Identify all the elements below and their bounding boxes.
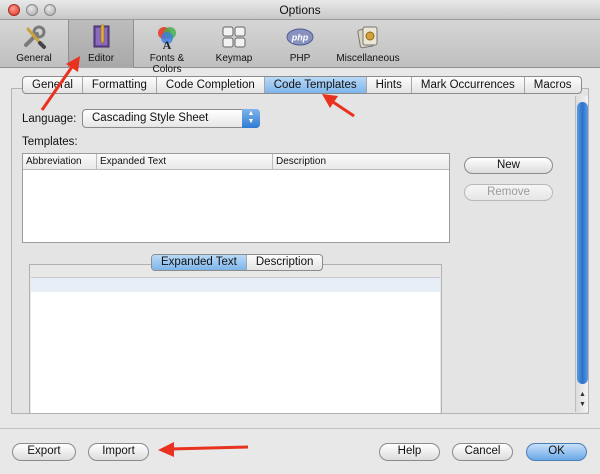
scroll-up-arrow-icon[interactable]: ▲ (576, 390, 589, 400)
help-button[interactable]: Help (379, 443, 440, 461)
tab-expanded-text[interactable]: Expanded Text (152, 255, 247, 270)
column-header-expanded-text[interactable]: Expanded Text (97, 154, 273, 169)
tab-macros[interactable]: Macros (525, 77, 581, 93)
svg-text:php: php (291, 33, 309, 43)
toolbar-label-fonts-colors: Fonts & Colors (149, 53, 185, 75)
keyboard-icon (222, 26, 246, 48)
tab-hints[interactable]: Hints (367, 77, 412, 93)
toolbar-label-editor: Editor (87, 53, 115, 64)
templates-label: Templates: (22, 136, 78, 148)
language-label: Language: (22, 113, 77, 125)
ok-button[interactable]: OK (526, 443, 587, 461)
bottom-divider (0, 428, 600, 429)
scroll-down-arrow-icon[interactable]: ▼ (576, 400, 589, 410)
toolbar-label-miscellaneous: Miscellaneous (336, 53, 400, 64)
remove-template-button[interactable]: Remove (464, 184, 553, 201)
category-toolbar: General Editor A Fonts & Colors Keymap p… (0, 20, 600, 75)
tab-formatting[interactable]: Formatting (83, 77, 157, 93)
toolbar-item-php[interactable]: php PHP (276, 20, 324, 68)
wrench-screwdriver-icon (24, 25, 46, 49)
column-header-abbreviation[interactable]: Abbreviation (23, 154, 97, 169)
toolbar-item-general[interactable]: General (6, 20, 62, 68)
column-header-description[interactable]: Description (273, 154, 449, 169)
scrollbar-thumb[interactable] (577, 102, 588, 384)
zoom-window-button[interactable] (44, 4, 56, 16)
toolbar-item-keymap[interactable]: Keymap (208, 20, 260, 68)
close-window-button[interactable] (8, 4, 20, 16)
options-window: Options General Editor A Fonts & Colors … (0, 0, 600, 474)
toolbar-item-miscellaneous[interactable]: Miscellaneous (336, 20, 400, 68)
detail-tabs: Expanded Text Description (151, 254, 324, 271)
templates-table-header: Abbreviation Expanded Text Description (23, 154, 449, 170)
minimize-window-button[interactable] (26, 4, 38, 16)
toolbar-item-editor[interactable]: Editor (68, 20, 134, 68)
templates-table[interactable]: Abbreviation Expanded Text Description (22, 153, 450, 243)
misc-cards-icon (357, 26, 378, 49)
editor-current-line (31, 278, 440, 292)
cancel-button[interactable]: Cancel (452, 443, 513, 461)
title-bar: Options (0, 0, 600, 20)
annotation-arrow-import (158, 442, 249, 457)
new-template-button[interactable]: New (464, 157, 553, 174)
toolbar-label-general: General (16, 53, 52, 64)
expanded-text-editor[interactable] (31, 277, 440, 413)
tab-mark-occurrences[interactable]: Mark Occurrences (412, 77, 525, 93)
select-arrows-icon: ▲ ▼ (242, 109, 260, 128)
language-select[interactable]: Cascading Style Sheet ▲ ▼ (82, 109, 260, 128)
tab-code-templates[interactable]: Code Templates (264, 77, 367, 93)
toolbar-label-keymap: Keymap (215, 53, 253, 64)
tab-general[interactable]: General (23, 77, 83, 93)
notebook-pen-icon (93, 24, 110, 48)
window-title: Options (279, 3, 321, 17)
toolbar-label-php: PHP (289, 53, 311, 64)
language-select-value: Cascading Style Sheet (92, 112, 209, 124)
tab-description[interactable]: Description (247, 255, 323, 270)
vertical-scrollbar[interactable]: ▲ ▼ (575, 96, 588, 412)
fonts-colors-icon: A (158, 27, 176, 51)
toolbar-item-fonts-colors[interactable]: A Fonts & Colors (136, 20, 198, 75)
tab-code-completion[interactable]: Code Completion (157, 77, 265, 93)
export-button[interactable]: Export (12, 443, 76, 461)
editor-tabs: General Formatting Code Completion Code … (22, 76, 582, 94)
svg-text:A: A (163, 38, 172, 51)
php-logo-icon: php (286, 28, 314, 46)
import-button[interactable]: Import (88, 443, 149, 461)
